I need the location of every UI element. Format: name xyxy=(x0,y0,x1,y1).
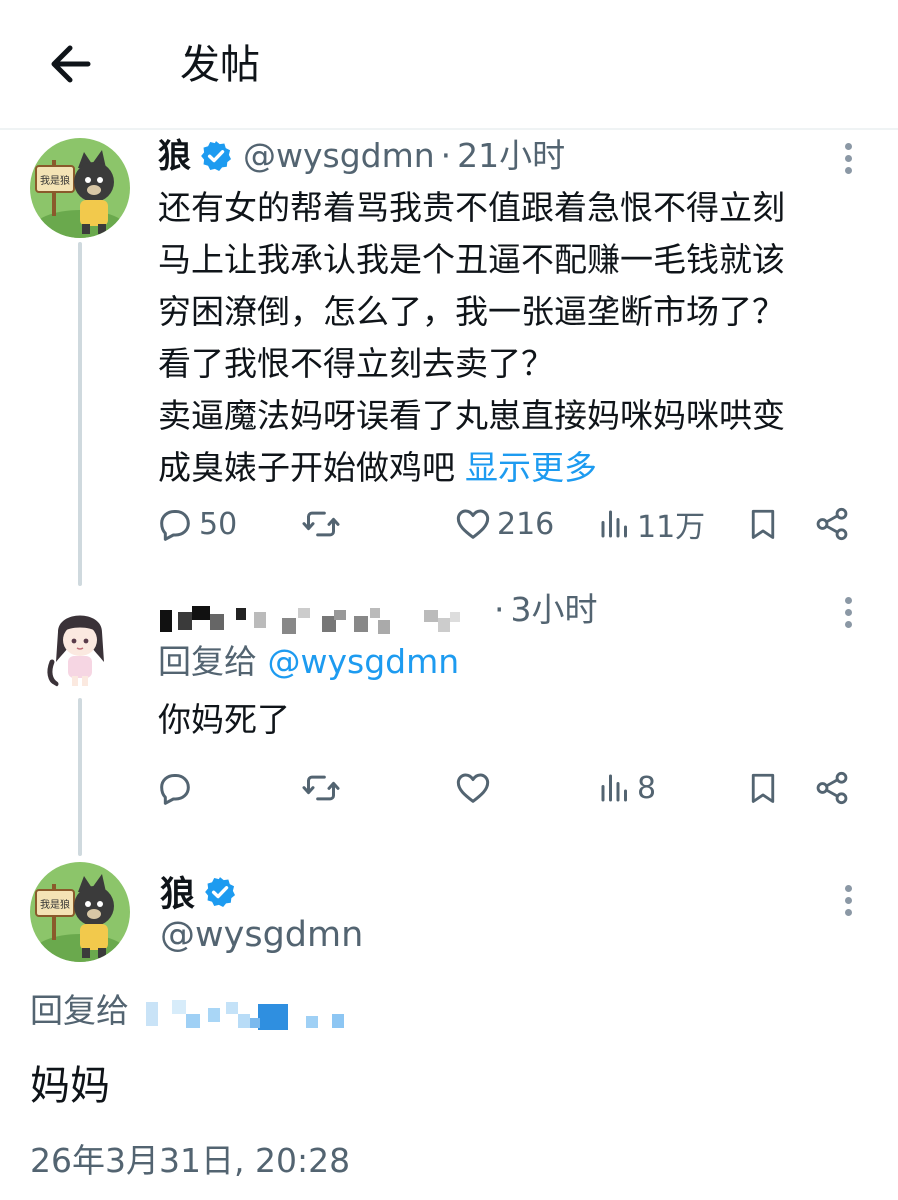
replying-to: 回复给 @wysgdmn xyxy=(158,640,459,684)
dot xyxy=(844,143,852,150)
avatar[interactable] xyxy=(30,592,130,692)
focused-author-row: 狼 xyxy=(160,866,247,917)
repost-button[interactable] xyxy=(300,766,342,810)
reply-button[interactable]: 50 xyxy=(155,502,237,546)
author-handle[interactable]: @wysgdmn xyxy=(243,134,435,178)
share-icon xyxy=(816,771,848,805)
bookmark-button[interactable] xyxy=(745,766,781,810)
blurred-author-name xyxy=(158,602,488,634)
author-name[interactable]: 狼 xyxy=(160,866,195,917)
views-count: 8 xyxy=(637,770,657,806)
verified-badge-icon xyxy=(201,141,232,172)
focused-tweet-text: 妈妈 xyxy=(30,1063,110,1109)
replying-to: 回复给 xyxy=(30,988,129,1034)
text-line: 穷困潦倒，怎么了，我一张逼垄断市场了？ xyxy=(158,292,785,331)
views-button[interactable]: 11万 xyxy=(597,502,705,546)
bookmark-icon xyxy=(751,773,775,803)
repost-button[interactable] xyxy=(300,502,342,546)
text-line: 还有女的帮着骂我贵不值跟着急恨不得立刻 xyxy=(158,188,785,227)
more-options-button[interactable] xyxy=(838,140,858,180)
dot xyxy=(844,885,852,892)
text-line: 马上让我承认我是个丑逼不配赚一毛钱就该 xyxy=(158,240,785,279)
post-time[interactable]: 21小时 xyxy=(457,134,565,178)
svg-text:我是狼: 我是狼 xyxy=(40,174,70,187)
views-count: 11万 xyxy=(637,510,706,545)
blurred-reply-mention[interactable] xyxy=(146,994,356,1034)
tweet-1-header: 狼 @wysgdmn · 21小时 xyxy=(158,134,565,178)
thread-connector xyxy=(78,698,82,856)
page-title: 发帖 xyxy=(180,42,260,88)
back-button[interactable] xyxy=(44,40,96,88)
bookmark-icon xyxy=(751,509,775,539)
tweet-2-actions: 8 xyxy=(155,766,855,810)
share-button[interactable] xyxy=(813,502,851,546)
wolf-avatar-image: 我是狼 xyxy=(30,862,130,962)
tweet-1-text: 还有女的帮着骂我贵不值跟着急恨不得立刻 马上让我承认我是个丑逼不配赚一毛钱就该 … xyxy=(158,182,785,494)
reply-button[interactable] xyxy=(155,766,195,810)
svg-text:我是狼: 我是狼 xyxy=(40,898,70,911)
verified-badge-icon xyxy=(205,876,236,907)
author-handle[interactable]: @wysgdmn xyxy=(160,912,363,958)
views-chart-icon xyxy=(601,510,627,538)
reply-icon xyxy=(160,510,190,541)
show-more-link[interactable]: 显示更多 xyxy=(465,448,597,487)
more-options-button[interactable] xyxy=(838,594,858,634)
author-name[interactable]: 狼 xyxy=(158,134,191,178)
header-divider xyxy=(0,128,898,130)
tweet-2-text: 你妈死了 xyxy=(158,700,290,739)
repost-icon xyxy=(302,775,340,801)
dot xyxy=(844,167,852,174)
arrow-left-icon xyxy=(51,45,91,83)
wolf-avatar-image: 我是狼 xyxy=(30,138,130,238)
reply-mention[interactable]: @wysgdmn xyxy=(268,642,460,681)
top-bar: 发帖 xyxy=(0,0,898,130)
anime-girl-avatar-image xyxy=(30,592,130,692)
text-line: 卖逼魔法妈呀误看了丸崽直接妈咪妈咪哄变 xyxy=(158,396,785,435)
dot xyxy=(844,897,852,904)
dot xyxy=(844,621,852,628)
text-line: 看了我恨不得立刻去卖了？ xyxy=(158,344,554,383)
more-options-button[interactable] xyxy=(838,882,858,922)
avatar[interactable]: 我是狼 xyxy=(30,138,130,238)
reply-icon xyxy=(160,774,190,805)
dot xyxy=(844,155,852,162)
share-button[interactable] xyxy=(813,766,851,810)
dot xyxy=(844,609,852,616)
dot xyxy=(844,597,852,604)
heart-icon xyxy=(456,773,490,803)
views-button[interactable]: 8 xyxy=(597,766,656,810)
post-time[interactable]: 3小时 xyxy=(511,588,598,632)
tweet-detail-page: 发帖 我是狼 狼 @wysgdmn · 21小时 还有女的帮着骂我贵不值跟着急恨… xyxy=(0,0,898,1200)
reply-prefix: 回复给 xyxy=(158,642,257,681)
text-line-content: 成臭婊子开始做鸡吧 xyxy=(158,448,455,487)
separator-dot: · xyxy=(440,136,452,175)
like-button[interactable]: 216 xyxy=(453,502,554,546)
tweet-2-header: · 3小时 xyxy=(488,588,598,632)
heart-icon xyxy=(456,509,490,539)
like-button[interactable] xyxy=(453,766,493,810)
reply-prefix: 回复给 xyxy=(30,991,129,1030)
bookmark-button[interactable] xyxy=(745,502,781,546)
views-chart-icon xyxy=(601,774,627,802)
tweet-1-actions: 50 216 11万 xyxy=(155,502,855,546)
repost-icon xyxy=(302,511,340,537)
separator-dot: · xyxy=(494,590,505,629)
like-count: 216 xyxy=(497,506,555,542)
share-icon xyxy=(816,507,848,541)
thread-connector xyxy=(78,242,82,586)
text-line-last: 成臭婊子开始做鸡吧 显示更多 xyxy=(158,442,785,494)
dot xyxy=(844,909,852,916)
avatar[interactable]: 我是狼 xyxy=(30,862,130,962)
post-timestamp[interactable]: 26年3月31日, 20:28 xyxy=(30,1138,350,1184)
reply-count: 50 xyxy=(199,506,238,542)
